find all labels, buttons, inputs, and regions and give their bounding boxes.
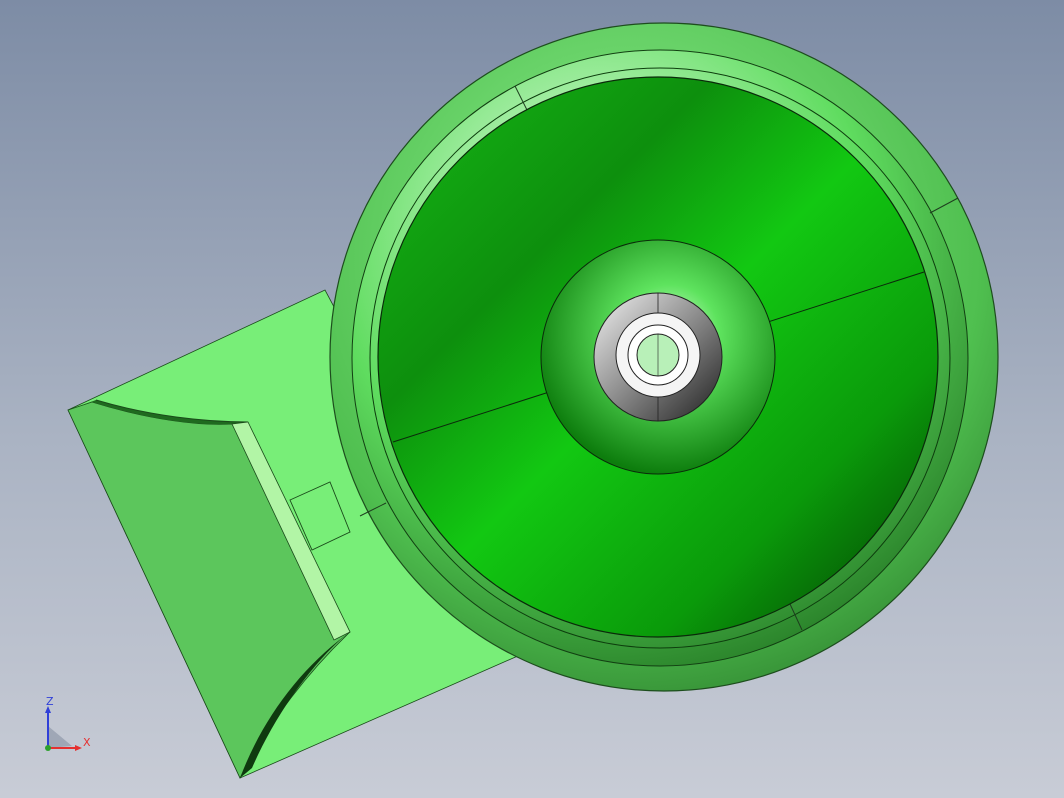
triad-plane xyxy=(48,726,72,748)
model-render[interactable] xyxy=(0,0,1064,798)
cad-3d-viewport[interactable]: Z X xyxy=(0,0,1064,798)
x-arrow-icon xyxy=(75,745,82,751)
x-axis-label: X xyxy=(83,736,91,749)
axis-triad: Z X xyxy=(45,696,91,751)
y-axis-dot xyxy=(45,745,51,751)
z-axis-label: Z xyxy=(46,696,54,708)
